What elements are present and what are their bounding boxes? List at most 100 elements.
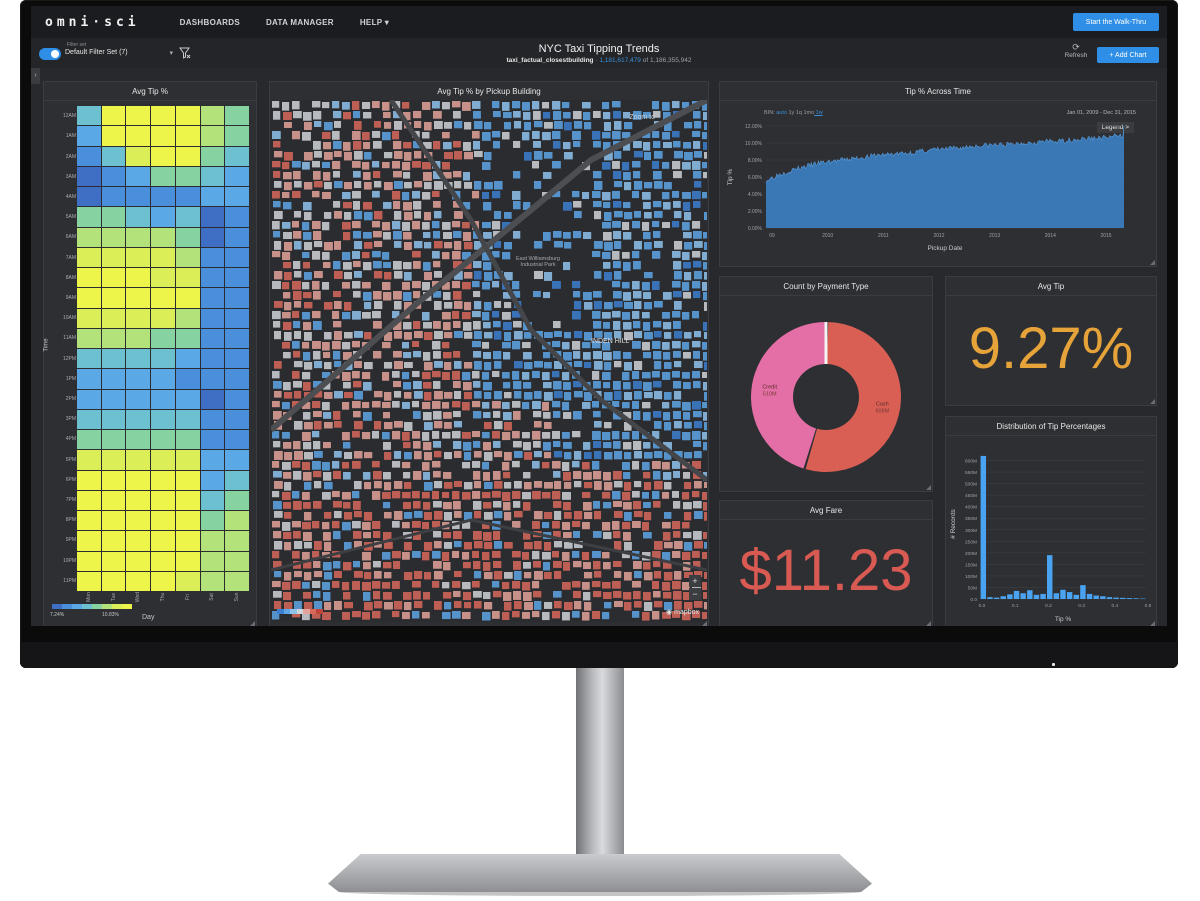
heatmap-cell[interactable] — [126, 146, 151, 166]
heatmap-cell[interactable] — [126, 227, 151, 247]
heatmap-cell[interactable] — [225, 511, 249, 531]
resize-handle[interactable] — [926, 485, 931, 490]
heatmap-cell[interactable] — [101, 531, 126, 551]
map-canvas[interactable] — [271, 100, 707, 622]
payment-donut-chart[interactable]: Cash608MCredit510M — [720, 295, 932, 491]
mapbox-attribution[interactable]: ◉ mapbox — [666, 608, 699, 616]
heatmap-cell[interactable] — [101, 247, 126, 267]
heatmap-cell[interactable] — [77, 409, 101, 429]
heatmap-cell[interactable] — [126, 409, 151, 429]
heatmap-cell[interactable] — [175, 227, 200, 247]
heatmap-grid[interactable] — [77, 106, 249, 591]
heatmap-cell[interactable] — [200, 409, 225, 429]
heatmap-cell[interactable] — [101, 308, 126, 328]
heatmap-cell[interactable] — [101, 328, 126, 348]
heatmap-cell[interactable] — [151, 551, 175, 571]
resize-handle[interactable] — [1150, 260, 1155, 265]
heatmap-cell[interactable] — [225, 166, 249, 186]
heatmap-cell[interactable] — [225, 551, 249, 571]
heatmap-cell[interactable] — [151, 430, 175, 450]
heatmap-cell[interactable] — [200, 288, 225, 308]
heatmap-cell[interactable] — [175, 146, 200, 166]
heatmap-cell[interactable] — [101, 187, 126, 207]
heatmap-cell[interactable] — [175, 247, 200, 267]
heatmap-cell[interactable] — [77, 389, 101, 409]
walk-thru-button[interactable]: Start the Walk-Thru — [1073, 13, 1159, 31]
heatmap-cell[interactable] — [175, 369, 200, 389]
heatmap-cell[interactable] — [151, 531, 175, 551]
zoom-out-button[interactable]: − — [689, 588, 701, 600]
heatmap-cell[interactable] — [77, 207, 101, 227]
heatmap-cell[interactable] — [225, 268, 249, 288]
heatmap-cell[interactable] — [101, 571, 126, 591]
heatmap-cell[interactable] — [175, 409, 200, 429]
heatmap-cell[interactable] — [126, 247, 151, 267]
heatmap-cell[interactable] — [101, 106, 126, 126]
heatmap-cell[interactable] — [151, 227, 175, 247]
heatmap-cell[interactable] — [126, 166, 151, 186]
heatmap-cell[interactable] — [200, 328, 225, 348]
heatmap-cell[interactable] — [151, 268, 175, 288]
heatmap-cell[interactable] — [200, 146, 225, 166]
heatmap-cell[interactable] — [126, 369, 151, 389]
heatmap-cell[interactable] — [175, 288, 200, 308]
heatmap-cell[interactable] — [151, 409, 175, 429]
heatmap-cell[interactable] — [77, 227, 101, 247]
heatmap-cell[interactable] — [77, 470, 101, 490]
heatmap-cell[interactable] — [77, 187, 101, 207]
tip-dist-chart[interactable]: 0.050M100M150M200M250M300M350M400M450M50… — [946, 435, 1156, 626]
heatmap-cell[interactable] — [101, 227, 126, 247]
heatmap-cell[interactable] — [101, 409, 126, 429]
heatmap-cell[interactable] — [151, 369, 175, 389]
heatmap-cell[interactable] — [200, 551, 225, 571]
heatmap-cell[interactable] — [77, 511, 101, 531]
heatmap-cell[interactable] — [101, 430, 126, 450]
heatmap-cell[interactable] — [151, 450, 175, 470]
building-map[interactable]: East Williamsburg Industrial Park INDEN … — [271, 100, 707, 622]
heatmap-cell[interactable] — [175, 571, 200, 591]
heatmap-cell[interactable] — [175, 450, 200, 470]
nav-data-manager[interactable]: DATA MANAGER — [266, 18, 334, 27]
heatmap-cell[interactable] — [101, 166, 126, 186]
heatmap-cell[interactable] — [101, 207, 126, 227]
heatmap-cell[interactable] — [225, 227, 249, 247]
heatmap-cell[interactable] — [225, 490, 249, 510]
heatmap-cell[interactable] — [101, 268, 126, 288]
heatmap-cell[interactable] — [175, 207, 200, 227]
resize-handle[interactable] — [702, 621, 707, 626]
heatmap-cell[interactable] — [77, 349, 101, 369]
heatmap-cell[interactable] — [77, 146, 101, 166]
heatmap-cell[interactable] — [200, 430, 225, 450]
heatmap-cell[interactable] — [77, 288, 101, 308]
heatmap-cell[interactable] — [151, 207, 175, 227]
heatmap-cell[interactable] — [225, 187, 249, 207]
heatmap-cell[interactable] — [175, 490, 200, 510]
logo[interactable]: omni·sci — [45, 15, 140, 30]
heatmap-cell[interactable] — [101, 511, 126, 531]
heatmap-cell[interactable] — [225, 106, 249, 126]
heatmap-cell[interactable] — [225, 328, 249, 348]
heatmap-cell[interactable] — [175, 268, 200, 288]
heatmap-cell[interactable] — [151, 166, 175, 186]
heatmap-cell[interactable] — [225, 207, 249, 227]
heatmap-cell[interactable] — [200, 106, 225, 126]
heatmap-cell[interactable] — [151, 106, 175, 126]
heatmap-cell[interactable] — [225, 470, 249, 490]
heatmap-cell[interactable] — [126, 490, 151, 510]
heatmap-cell[interactable] — [175, 126, 200, 146]
heatmap-cell[interactable] — [151, 349, 175, 369]
heatmap-cell[interactable] — [225, 389, 249, 409]
heatmap-cell[interactable] — [126, 551, 151, 571]
heatmap-cell[interactable] — [175, 531, 200, 551]
heatmap-cell[interactable] — [200, 166, 225, 186]
heatmap-cell[interactable] — [101, 288, 126, 308]
heatmap-cell[interactable] — [126, 531, 151, 551]
heatmap-cell[interactable] — [175, 470, 200, 490]
heatmap-cell[interactable] — [126, 308, 151, 328]
heatmap-cell[interactable] — [101, 450, 126, 470]
heatmap-cell[interactable] — [225, 369, 249, 389]
heatmap-cell[interactable] — [101, 389, 126, 409]
heatmap-cell[interactable] — [225, 430, 249, 450]
heatmap-cell[interactable] — [151, 470, 175, 490]
heatmap-cell[interactable] — [126, 470, 151, 490]
